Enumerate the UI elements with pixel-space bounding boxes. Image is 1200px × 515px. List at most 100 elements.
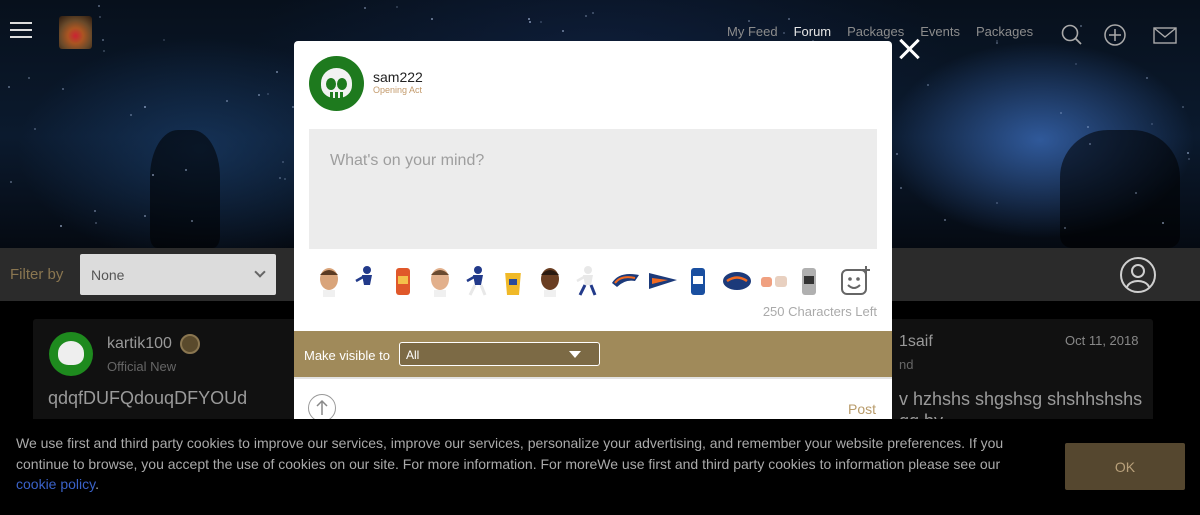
player-running-icon (355, 266, 376, 296)
light-speck (996, 202, 998, 204)
light-speck (258, 94, 260, 96)
light-speck (185, 169, 187, 171)
add-circle-icon[interactable] (1104, 24, 1126, 46)
player-face-icon (320, 268, 338, 297)
light-speck (144, 215, 146, 217)
post-username[interactable]: kartik100 (107, 335, 172, 353)
site-logo[interactable] (59, 16, 92, 49)
avatar[interactable] (49, 332, 93, 376)
visibility-label: Make visible to (304, 348, 390, 363)
light-speck (276, 71, 278, 73)
sticker-row (316, 265, 832, 297)
filter-select[interactable]: None (80, 254, 276, 295)
nav-events[interactable]: Events (920, 24, 960, 39)
sticker-player-face[interactable] (316, 265, 342, 297)
profile-icon[interactable] (1120, 257, 1156, 293)
visibility-bar: Make visible to All (294, 331, 892, 377)
light-speck (28, 77, 30, 79)
post-button[interactable]: Post (848, 401, 876, 417)
performer-silhouette-right (1060, 130, 1180, 248)
player-face-2-icon (430, 268, 449, 297)
sticker-player-running[interactable] (353, 265, 379, 297)
arrow-up-icon (316, 399, 328, 415)
modal-username: sam222 (373, 69, 423, 85)
light-speck (1151, 123, 1153, 125)
light-speck (284, 178, 286, 180)
post-user-role: Official New (107, 359, 177, 374)
close-icon[interactable] (897, 36, 923, 62)
mail-icon[interactable] (1153, 24, 1177, 46)
beer-can-orange-icon (395, 268, 410, 295)
nav-links: My Feed Forum Packages Events Packages (727, 24, 1049, 39)
sticker-player-throw[interactable] (574, 265, 600, 297)
sticker-trophy-can[interactable] (796, 265, 822, 297)
light-speck (267, 93, 269, 95)
sticker-hands[interactable] (759, 265, 787, 297)
post-text: qdqfDUFQdouqDFYOUd (48, 388, 248, 408)
light-speck (279, 177, 281, 179)
light-speck (95, 222, 97, 224)
light-speck (130, 114, 132, 116)
light-speck (944, 219, 946, 221)
post2-date: Oct 11, 2018 (1065, 333, 1139, 348)
football-icon (722, 272, 751, 290)
upload-button[interactable] (308, 394, 336, 422)
cookie-text-end: . (95, 476, 100, 492)
light-speck (191, 220, 193, 222)
search-icon[interactable] (1061, 24, 1083, 46)
sticker-football[interactable] (722, 265, 751, 297)
nav-packages[interactable]: Packages (847, 24, 904, 39)
sticker-beer-can-orange[interactable] (390, 265, 416, 297)
sticker-beer-cup[interactable] (500, 265, 526, 297)
light-speck (900, 187, 902, 189)
post2-username[interactable]: 1saif (899, 333, 933, 351)
light-speck (34, 128, 36, 130)
broncos-logo-icon (612, 274, 640, 287)
sticker-broncos-logo[interactable] (611, 265, 640, 297)
visibility-select[interactable]: All (399, 342, 600, 366)
light-speck (1060, 112, 1062, 114)
nav-packages-2[interactable]: Packages (976, 24, 1033, 39)
cookie-policy-link[interactable]: cookie policy (16, 476, 95, 492)
hamburger-menu-icon[interactable] (10, 22, 32, 38)
cookie-text: We use first and third party cookies to … (16, 433, 1016, 495)
sticker-player-catch[interactable] (464, 265, 490, 297)
light-speck (1064, 227, 1066, 229)
light-speck (1135, 192, 1137, 194)
characters-left: 250 Characters Left (762, 304, 877, 319)
light-speck (62, 88, 64, 90)
sticker-pennant[interactable] (648, 265, 678, 297)
add-sticker-icon[interactable] (839, 265, 871, 297)
player-catch-icon (465, 266, 486, 296)
light-speck (1187, 152, 1189, 154)
pennant-icon (649, 273, 678, 289)
trophy-can-icon (801, 268, 816, 295)
create-post-modal: sam222 Opening Act What's on your mind? … (294, 41, 892, 435)
light-speck (1182, 106, 1184, 108)
light-speck (94, 210, 96, 212)
filter-select-value: None (91, 267, 125, 283)
light-speck (8, 86, 10, 88)
performer-silhouette-left (150, 130, 220, 248)
nav-my-feed[interactable]: My Feed (727, 24, 778, 39)
light-speck (1087, 126, 1089, 128)
light-speck (226, 100, 228, 102)
sticker-bud-light-can[interactable] (685, 265, 711, 297)
light-speck (1188, 158, 1190, 160)
sticker-player-face-3[interactable] (537, 265, 563, 297)
hands-icon (760, 276, 787, 287)
modal-user-role: Opening Act (373, 85, 423, 95)
nav-forum[interactable]: Forum (794, 24, 832, 39)
visibility-value: All (406, 348, 420, 362)
sticker-player-face-2[interactable] (427, 265, 453, 297)
light-speck (282, 161, 284, 163)
filter-label: Filter by (10, 266, 64, 283)
light-speck (927, 84, 929, 86)
light-speck (1162, 222, 1164, 224)
post-textarea[interactable]: What's on your mind? (309, 129, 877, 249)
verified-badge-icon (180, 334, 200, 354)
light-speck (60, 225, 62, 227)
ok-button[interactable]: OK (1065, 443, 1185, 490)
light-speck (10, 181, 12, 183)
post2-user-role: nd (899, 357, 914, 372)
